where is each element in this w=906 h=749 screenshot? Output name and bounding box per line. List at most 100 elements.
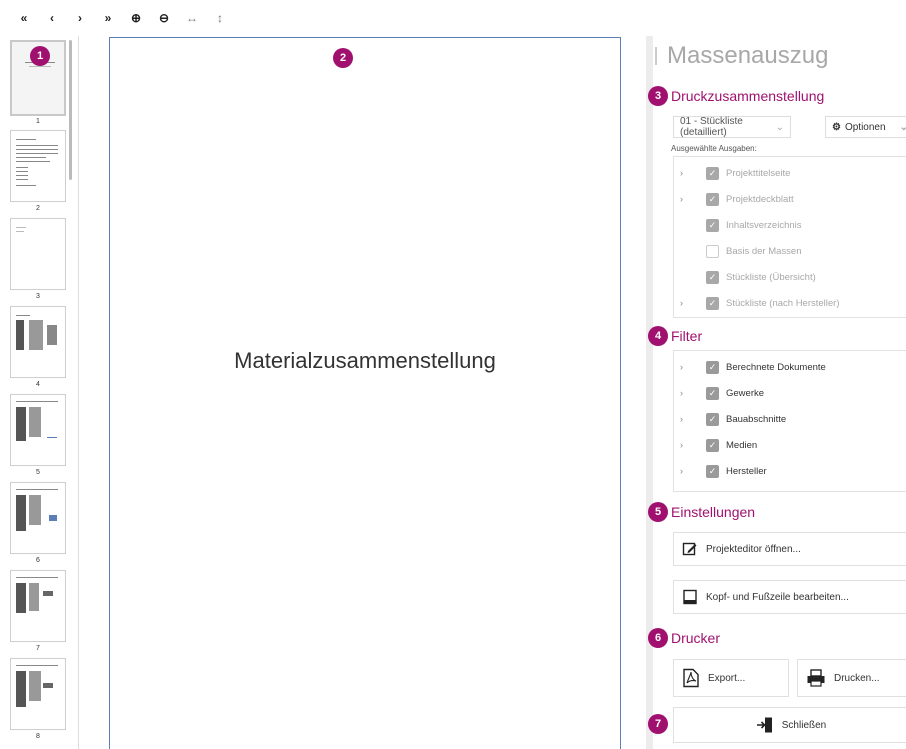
thumbnail-page-number: 1 — [36, 118, 40, 125]
fit-height-button[interactable]: ↕ — [210, 8, 230, 28]
tree-item[interactable]: › ✓ Bauabschnitte — [674, 410, 906, 428]
section-druckzusammenstellung: Druckzusammenstellung — [671, 88, 825, 104]
thumbnail-page-number: 5 — [36, 469, 40, 476]
tree-item[interactable]: › ✓ Medien — [674, 436, 906, 454]
next-page-button[interactable]: › — [70, 8, 90, 28]
options-label: Optionen — [844, 121, 886, 133]
zoom-out-button[interactable]: ⊖ — [154, 8, 174, 28]
checkbox[interactable] — [706, 244, 719, 258]
tree-item-label: Gewerke — [726, 387, 765, 399]
tree-item[interactable]: › ✓ Projektdeckblatt — [674, 190, 906, 208]
page-title: Materialzusammenstellung — [234, 348, 496, 373]
chevron-right-icon[interactable]: › — [680, 388, 690, 398]
thumbnail-page-number: 7 — [36, 645, 40, 652]
outputs-tree: › ✓ Projekttitelseite › ✓ Projektdeckbla… — [673, 156, 906, 318]
chevron-right-icon[interactable]: › — [680, 168, 690, 178]
section-einstellungen: Einstellungen — [671, 504, 756, 520]
thumbnail-page-number: 2 — [36, 205, 40, 212]
filter-tree: › ✓ Berechnete Dokumente › ✓ Gewerke › ✓… — [673, 350, 906, 492]
zoom-in-button[interactable]: ⊕ — [126, 8, 146, 28]
checkbox[interactable]: ✓ — [706, 166, 719, 180]
tree-item[interactable]: › ✓ Berechnete Dokumente — [674, 358, 906, 376]
project-editor-label: Projekteditor öffnen... — [706, 543, 801, 555]
thumbnail-panel: 1 2 3 4 5 6 7 8 — [0, 36, 76, 749]
pdf-icon — [682, 668, 700, 688]
section-drucker: Drucker — [671, 630, 721, 646]
header-footer-label: Kopf- und Fußzeile bearbeiten... — [706, 591, 849, 603]
panel-title-text: Massenauszug — [667, 42, 829, 69]
tree-item-label: Inhaltsverzeichnis — [726, 219, 802, 231]
preset-select[interactable]: 01 - Stückliste (detailliert) ⌄ — [673, 116, 791, 138]
tree-item-label: Medien — [726, 439, 758, 451]
checkbox[interactable]: ✓ — [706, 218, 719, 232]
tree-item-label: Basis der Massen — [726, 245, 802, 257]
tree-item[interactable]: › ✓ Projekttitelseite — [674, 164, 906, 182]
thumbnail-page-number: 8 — [36, 733, 40, 740]
checkbox[interactable]: ✓ — [706, 464, 719, 478]
print-button[interactable]: Drucken... — [797, 659, 906, 697]
tree-item[interactable]: › ✓ Hersteller — [674, 462, 906, 480]
chevron-right-icon[interactable]: › — [680, 362, 690, 372]
thumbnail-page-number: 4 — [36, 381, 40, 388]
title-bar — [655, 47, 657, 65]
close-button[interactable]: Schließen — [673, 707, 906, 743]
chevron-right-icon[interactable]: › — [680, 440, 690, 450]
export-button[interactable]: Export... — [673, 659, 789, 697]
header-footer-button[interactable]: Kopf- und Fußzeile bearbeiten... — [673, 580, 906, 614]
divider — [78, 36, 79, 749]
edit-icon — [682, 541, 698, 557]
tree-item-label: Hersteller — [726, 465, 767, 477]
exit-icon — [756, 716, 774, 734]
callout-badge: 1 — [30, 46, 50, 66]
checkbox[interactable]: ✓ — [706, 412, 719, 426]
chevron-right-icon[interactable]: › — [680, 194, 690, 204]
chevron-down-icon: ⌄ — [899, 121, 906, 133]
tree-item-label: Berechnete Dokumente — [726, 361, 826, 373]
gear-icon: ⚙ — [832, 121, 841, 133]
callout-badge: 4 — [648, 326, 668, 346]
tree-item[interactable]: › ✓ Stückliste (nach Hersteller) — [674, 294, 906, 312]
tree-item[interactable]: Basis der Massen — [674, 242, 906, 260]
checkbox[interactable]: ✓ — [706, 438, 719, 452]
page-thumbnail[interactable] — [10, 658, 66, 730]
thumbnail-scrollbar[interactable] — [69, 40, 72, 180]
page-thumbnail[interactable] — [10, 394, 66, 466]
tree-item[interactable]: › ✓ Gewerke — [674, 384, 906, 402]
project-editor-button[interactable]: Projekteditor öffnen... — [673, 532, 906, 566]
tree-item-label: Stückliste (nach Hersteller) — [726, 297, 840, 309]
chevron-right-icon[interactable]: › — [680, 298, 690, 308]
fit-width-button[interactable]: ↔ — [182, 8, 202, 28]
checkbox[interactable]: ✓ — [706, 360, 719, 374]
tree-item-label: Projektdeckblatt — [726, 193, 794, 205]
checkbox[interactable]: ✓ — [706, 270, 719, 284]
tree-item-label: Stückliste (Übersicht) — [726, 271, 816, 283]
last-page-button[interactable]: » — [98, 8, 118, 28]
thumbnail-page-number: 3 — [36, 293, 40, 300]
page-layout-icon — [682, 589, 698, 605]
viewer-toolbar: « ‹ › » ⊕ ⊖ ↔ ↕ — [0, 0, 906, 36]
preset-value: 01 - Stückliste (detailliert) — [680, 116, 743, 138]
checkbox[interactable]: ✓ — [706, 192, 719, 206]
document-viewer[interactable]: Materialzusammenstellung — [109, 37, 621, 749]
chevron-right-icon[interactable]: › — [680, 466, 690, 476]
page-thumbnail[interactable] — [10, 482, 66, 554]
callout-badge: 7 — [648, 714, 668, 734]
tree-item[interactable]: ✓ Stückliste (Übersicht) — [674, 268, 906, 286]
page-thumbnail[interactable] — [10, 130, 66, 202]
tree-item[interactable]: ✓ Inhaltsverzeichnis — [674, 216, 906, 234]
page-thumbnail[interactable] — [10, 218, 66, 290]
first-page-button[interactable]: « — [14, 8, 34, 28]
checkbox[interactable]: ✓ — [706, 386, 719, 400]
panel-title: Massenauszug — [655, 42, 828, 70]
page-thumbnail[interactable] — [10, 306, 66, 378]
prev-page-button[interactable]: ‹ — [42, 8, 62, 28]
thumbnail-page-number: 6 — [36, 557, 40, 564]
page-thumbnail[interactable] — [10, 570, 66, 642]
checkbox[interactable]: ✓ — [706, 296, 719, 310]
options-button[interactable]: ⚙ Optionen ⌄ — [825, 116, 906, 138]
callout-badge: 6 — [648, 628, 668, 648]
close-label: Schließen — [781, 719, 827, 731]
chevron-right-icon[interactable]: › — [680, 414, 690, 424]
side-panel: Massenauszug Druckzusammenstellung 01 - … — [655, 36, 906, 749]
callout-badge: 2 — [333, 48, 353, 68]
